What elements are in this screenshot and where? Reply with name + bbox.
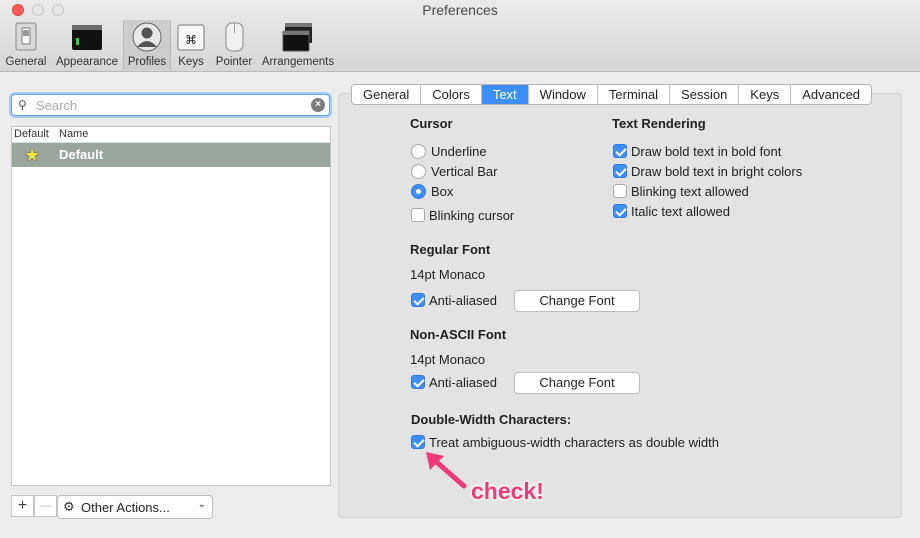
non-ascii-font-heading: Non-ASCII Font	[410, 327, 507, 342]
profiles-table[interactable]: Default Name ★ Default	[11, 126, 331, 486]
tab-text[interactable]: Text	[481, 85, 529, 104]
toolbar-general-label: General	[5, 56, 47, 68]
svg-text:⌘: ⌘	[185, 33, 197, 47]
clear-search-icon[interactable]: ×	[311, 98, 325, 112]
checkbox-label: Anti-aliased	[429, 375, 497, 390]
default-star-icon: ★	[24, 145, 41, 165]
regular-font-value: 14pt Monaco	[410, 267, 486, 282]
tab-terminal[interactable]: Terminal	[598, 85, 671, 104]
toolbar-arrangements[interactable]: Arrangements	[258, 20, 338, 70]
radio-label: Underline	[431, 144, 487, 159]
appearance-window-icon	[72, 25, 102, 50]
checkbox-label: Draw bold text in bold font	[631, 144, 782, 159]
window-toolbar: Preferences General Appearance Profiles …	[0, 0, 920, 72]
tab-general[interactable]: General	[352, 85, 422, 104]
toolbar-general[interactable]: General	[2, 20, 50, 70]
toolbar-keys-label: Keys	[178, 56, 204, 68]
annotation-text: check!	[471, 478, 544, 504]
add-profile-button[interactable]: +	[11, 495, 34, 517]
checkbox-label: Italic text allowed	[631, 204, 730, 219]
tab-colors[interactable]: Colors	[421, 85, 482, 104]
checkbox-indicator	[411, 293, 425, 307]
checkbox-indicator	[613, 144, 627, 158]
profiles-person-icon	[132, 22, 162, 52]
toolbar-keys[interactable]: ⌘ Keys	[172, 20, 210, 70]
profiles-table-header: Default Name	[12, 127, 330, 143]
checkbox-label: Blinking cursor	[429, 208, 515, 223]
double-width-heading: Double-Width Characters:	[411, 412, 572, 427]
non-ascii-font-value: 14pt Monaco	[410, 352, 486, 367]
profile-name: Default	[59, 147, 104, 162]
pointer-mouse-icon	[225, 22, 244, 52]
checkbox-indicator	[411, 375, 425, 389]
keys-command-icon: ⌘	[177, 24, 205, 51]
toolbar-profiles[interactable]: Profiles	[123, 20, 171, 70]
tab-advanced[interactable]: Advanced	[791, 85, 871, 104]
checkbox-label: Blinking text allowed	[631, 184, 749, 199]
search-icon: ⚲	[18, 98, 27, 112]
radio-indicator	[411, 144, 426, 159]
checkbox-label: Treat ambiguous-width characters as doub…	[429, 435, 719, 450]
other-actions-label: Other Actions...	[81, 500, 170, 515]
general-switch-icon	[15, 22, 37, 51]
checkbox-label: Anti-aliased	[429, 293, 497, 308]
annotation-arrow-icon	[426, 452, 467, 489]
checkbox-indicator	[411, 435, 425, 449]
tab-session[interactable]: Session	[670, 85, 740, 104]
regular-change-font-button[interactable]: Change Font	[514, 290, 640, 312]
arrangements-windows-icon	[282, 23, 312, 52]
toolbar-pointer[interactable]: Pointer	[212, 20, 256, 70]
checkbox-indicator	[411, 208, 425, 222]
radio-indicator	[411, 184, 426, 199]
toolbar-appearance-label: Appearance	[55, 56, 119, 68]
toolbar-appearance[interactable]: Appearance	[52, 20, 122, 70]
tab-keys[interactable]: Keys	[739, 85, 792, 104]
radio-indicator	[411, 164, 426, 179]
regular-font-heading: Regular Font	[410, 242, 491, 257]
toolbar-pointer-label: Pointer	[215, 56, 253, 68]
other-actions-menu[interactable]: ⚙ Other Actions... ⌄	[57, 495, 213, 519]
toolbar-arrangements-label: Arrangements	[261, 56, 335, 68]
text-rendering-heading: Text Rendering	[612, 116, 706, 131]
radio-label: Box	[431, 184, 454, 199]
checkbox-indicator	[613, 204, 627, 218]
chevron-down-icon: ⌄	[197, 499, 206, 510]
checkbox-indicator	[613, 164, 627, 178]
tab-window[interactable]: Window	[529, 85, 598, 104]
column-header-default[interactable]: Default	[14, 128, 49, 140]
non-ascii-change-font-button[interactable]: Change Font	[514, 372, 640, 394]
checkbox-label: Draw bold text in bright colors	[631, 164, 803, 179]
window-title: Preferences	[422, 2, 498, 18]
profile-row-default[interactable]: ★ Default	[12, 143, 330, 167]
gear-icon: ⚙	[63, 499, 75, 514]
remove-profile-button[interactable]: —	[34, 495, 57, 517]
toolbar-profiles-label: Profiles	[127, 56, 167, 68]
column-header-name[interactable]: Name	[59, 128, 88, 140]
checkbox-indicator	[613, 184, 627, 198]
search-placeholder: Search	[36, 98, 78, 113]
profile-tabs: General Colors Text Window Terminal Sess…	[351, 84, 873, 105]
profile-search-field[interactable]: ⚲ Search ×	[11, 94, 330, 116]
cursor-heading: Cursor	[410, 116, 453, 131]
radio-label: Vertical Bar	[431, 164, 498, 179]
